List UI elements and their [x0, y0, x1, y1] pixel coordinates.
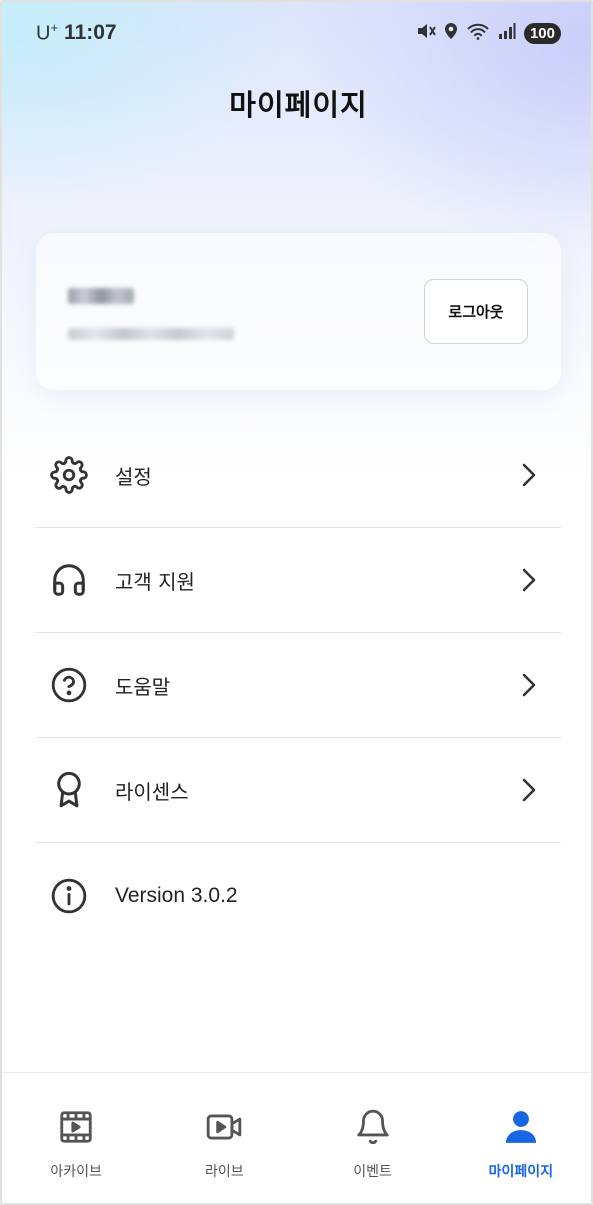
menu-item-customer-support[interactable]: 고객 지원 — [36, 528, 561, 633]
chevron-right-icon — [522, 673, 536, 697]
tab-live[interactable]: 라이브 — [150, 1073, 298, 1203]
status-bar: U+ 11:07 100 — [2, 2, 591, 64]
bottom-tab-bar: 아카이브 라이브 이벤트 마이페이지 — [2, 1072, 591, 1203]
headphones-icon — [49, 560, 89, 600]
menu-item-label: 고객 지원 — [115, 569, 195, 594]
battery-icon: 100 — [523, 22, 561, 44]
tab-label: 라이브 — [205, 1164, 244, 1180]
mute-icon — [416, 22, 436, 44]
profile-card: 로그아웃 — [36, 233, 561, 390]
menu-item-label: 도움말 — [115, 674, 171, 699]
signal-icon — [498, 22, 516, 44]
video-icon — [204, 1107, 244, 1147]
page-title: 마이페이지 — [229, 88, 368, 122]
tab-label: 이벤트 — [353, 1164, 392, 1180]
user-icon — [501, 1107, 541, 1147]
app-screen: U+ 11:07 100 마이페이지 로그아웃 설정 고객 지원 도움말 라이센… — [0, 0, 593, 1205]
logout-button[interactable]: 로그아웃 — [424, 279, 528, 344]
award-icon — [49, 770, 89, 810]
menu-item-label: 설정 — [115, 464, 152, 489]
carrier-label: U+ — [36, 20, 59, 45]
location-icon — [444, 22, 458, 44]
help-circle-icon — [49, 665, 89, 705]
chevron-right-icon — [522, 778, 536, 802]
chevron-right-icon — [522, 568, 536, 592]
status-icons: 100 — [416, 22, 561, 44]
menu-item-settings[interactable]: 설정 — [36, 423, 561, 528]
info-icon — [49, 876, 89, 916]
chevron-right-icon — [522, 463, 536, 487]
bell-icon — [353, 1107, 393, 1147]
tab-archive[interactable]: 아카이브 — [2, 1073, 150, 1203]
menu-item-label: 라이센스 — [115, 779, 189, 804]
wifi-icon — [466, 22, 490, 44]
menu-item-version: Version 3.0.2 — [36, 843, 561, 948]
tab-label: 아카이브 — [50, 1164, 102, 1180]
user-name-redacted — [68, 288, 134, 304]
menu-item-help[interactable]: 도움말 — [36, 633, 561, 738]
version-label: Version 3.0.2 — [115, 883, 238, 907]
gear-icon — [49, 455, 89, 495]
tab-mypage[interactable]: 마이페이지 — [447, 1073, 591, 1203]
status-time: 11:07 — [64, 21, 117, 44]
settings-menu: 설정 고객 지원 도움말 라이센스 Version 3.0.2 — [36, 423, 561, 948]
menu-item-license[interactable]: 라이센스 — [36, 738, 561, 843]
user-id-redacted — [68, 328, 234, 340]
tab-label: 마이페이지 — [488, 1164, 554, 1180]
tab-event[interactable]: 이벤트 — [299, 1073, 447, 1203]
film-icon — [56, 1107, 96, 1147]
